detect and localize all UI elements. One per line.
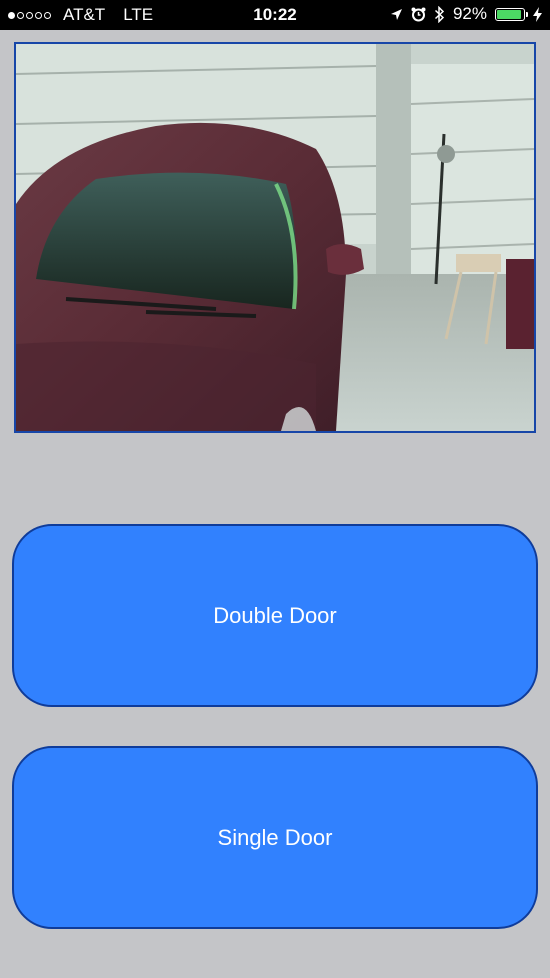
status-bar: AT&T LTE 10:22 92% [0, 0, 550, 30]
single-door-label: Single Door [217, 824, 333, 850]
double-door-button[interactable]: Double Door [12, 524, 538, 707]
alarm-clock-icon [411, 7, 426, 21]
location-arrow-icon [390, 8, 402, 20]
status-right: 92% [390, 4, 542, 24]
double-door-label: Double Door [213, 602, 337, 628]
camera-feed [14, 42, 536, 433]
battery-fill [497, 9, 521, 19]
battery-percent: 92% [452, 4, 487, 23]
bluetooth-icon [434, 5, 445, 23]
single-door-button[interactable]: Single Door [12, 746, 538, 929]
garage-camera-image [16, 44, 534, 431]
battery-icon [495, 7, 528, 21]
charging-bolt-icon [533, 6, 542, 22]
